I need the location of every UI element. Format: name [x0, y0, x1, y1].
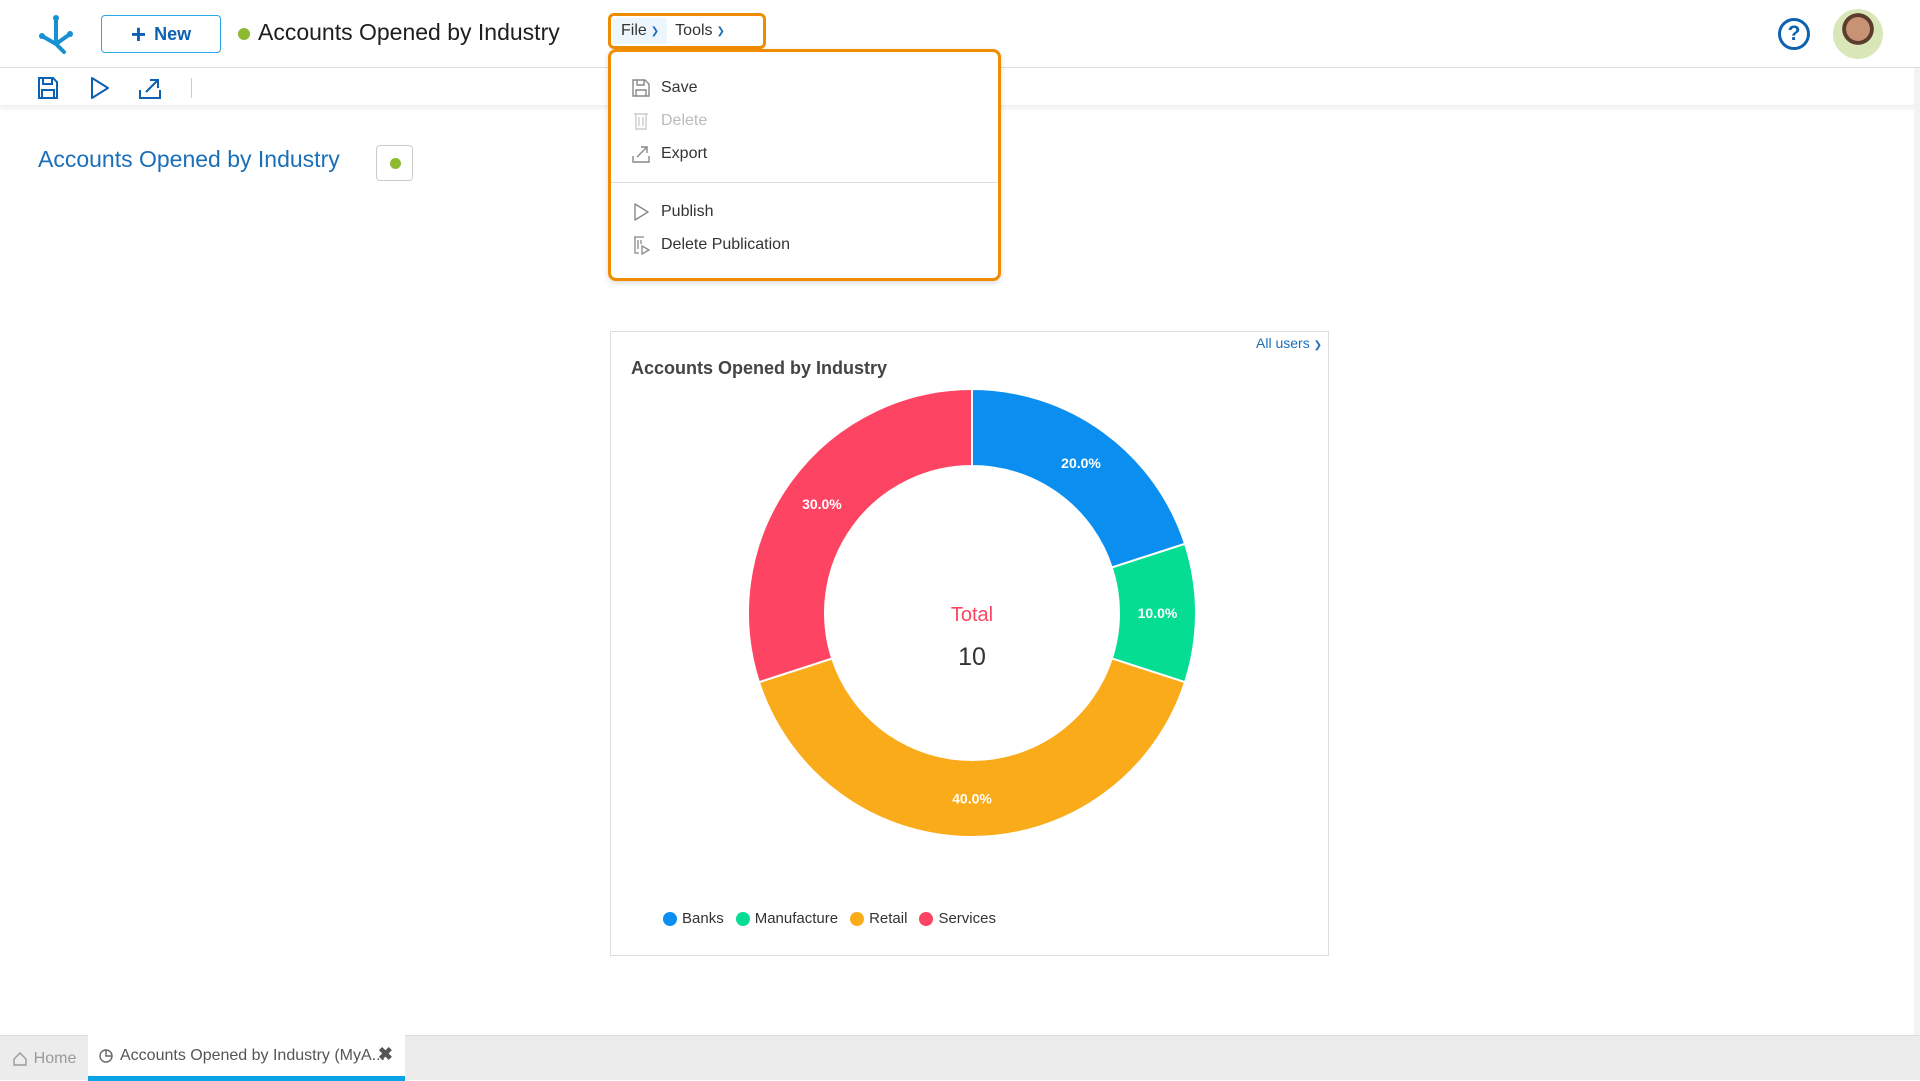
tab-label: Home [33, 1049, 77, 1067]
tab-label: Accounts Opened by Industry (MyA... [120, 1046, 386, 1064]
scrollbar[interactable] [1914, 68, 1920, 1035]
status-indicator[interactable] [376, 145, 413, 181]
file-menu-dropdown: Save Delete Export Publish Delete Public… [608, 49, 1001, 281]
export-icon [632, 146, 650, 163]
legend-swatch [735, 911, 750, 926]
avatar[interactable] [1833, 9, 1883, 59]
menu-item-publish[interactable]: Publish [631, 202, 713, 222]
menu-item-save[interactable]: Save [631, 78, 697, 98]
legend-item-banks[interactable]: Banks [663, 910, 724, 927]
tab-home[interactable]: Home [0, 1036, 88, 1081]
toolbar-divider [191, 78, 192, 98]
play-icon[interactable] [87, 76, 111, 100]
document-title: Accounts Opened by Industry [258, 19, 560, 45]
chevron-down-icon: ❯ [716, 25, 725, 37]
menu-item-label: Publish [661, 203, 714, 220]
question-circle-icon[interactable]: ? [1778, 18, 1810, 50]
menu-tools-label: Tools [675, 22, 713, 39]
menu-item-delete: Delete [631, 111, 707, 131]
menu-item-label: Export [661, 145, 708, 162]
legend-item-manufacture[interactable]: Manufacture [735, 910, 839, 927]
legend-label: Retail [869, 910, 908, 927]
pie-chart-icon [99, 1048, 113, 1063]
menu-divider [611, 182, 998, 183]
donut-slice-retail[interactable] [757, 657, 1187, 839]
legend-item-services[interactable]: Services [919, 910, 996, 927]
chart-legend: Banks Manufacture Retail Services [663, 910, 996, 927]
donut-slice-banks[interactable] [971, 387, 1187, 569]
tab-accounts-opened[interactable]: Accounts Opened by Industry (MyA... ✖ [88, 1035, 405, 1081]
donut-slice-services[interactable] [747, 387, 973, 684]
menu-item-delete-publication[interactable]: Delete Publication [631, 235, 790, 255]
menu-item-label: Delete Publication [661, 236, 790, 253]
data-label: 10.0% [1138, 605, 1178, 621]
save-icon [632, 79, 650, 97]
new-label: New [154, 23, 192, 44]
data-label: 30.0% [802, 496, 842, 512]
menu-item-label: Delete [661, 112, 708, 129]
legend-label: Manufacture [754, 910, 839, 927]
chart-card: All users ❯ Accounts Opened by Industry … [610, 331, 1329, 956]
home-icon [12, 1051, 27, 1066]
delete-publication-icon [634, 236, 651, 255]
legend-label: Banks [682, 910, 724, 927]
data-label: 20.0% [1061, 455, 1101, 471]
legend-item-retail[interactable]: Retail [850, 910, 907, 927]
close-icon[interactable]: ✖ [378, 1044, 393, 1065]
menu-tools[interactable]: Tools ❯ [667, 18, 733, 44]
chevron-down-icon: ❯ [650, 25, 660, 37]
legend-swatch [663, 911, 677, 926]
menu-bar: File ❯ Tools ❯ [608, 13, 766, 49]
trash-icon [634, 113, 648, 130]
donut-chart: 20.0% 10.0% 40.0% 30.0% Total 10 [747, 387, 1198, 839]
menu-file-label: File [621, 22, 647, 39]
status-dot [238, 28, 250, 40]
center-label: Total [951, 604, 993, 626]
save-icon[interactable] [36, 76, 60, 100]
plus-icon: + [130, 19, 147, 49]
export-icon[interactable] [138, 76, 162, 100]
data-label: 40.0% [952, 791, 992, 807]
legend-swatch [919, 911, 934, 926]
bottom-tab-bar: Home Accounts Opened by Industry (MyA...… [0, 1035, 1920, 1081]
play-icon [634, 203, 649, 221]
legend-label: Services [938, 910, 996, 927]
page-title: Accounts Opened by Industry [38, 146, 340, 172]
menu-file[interactable]: File ❯ [613, 18, 668, 44]
menu-item-export[interactable]: Export [631, 144, 707, 164]
app-logo-icon[interactable] [36, 14, 76, 54]
status-dot [390, 158, 401, 169]
new-button[interactable]: + New [101, 15, 221, 53]
center-value: 10 [958, 643, 986, 671]
legend-swatch [850, 911, 865, 926]
menu-item-label: Save [661, 79, 698, 96]
